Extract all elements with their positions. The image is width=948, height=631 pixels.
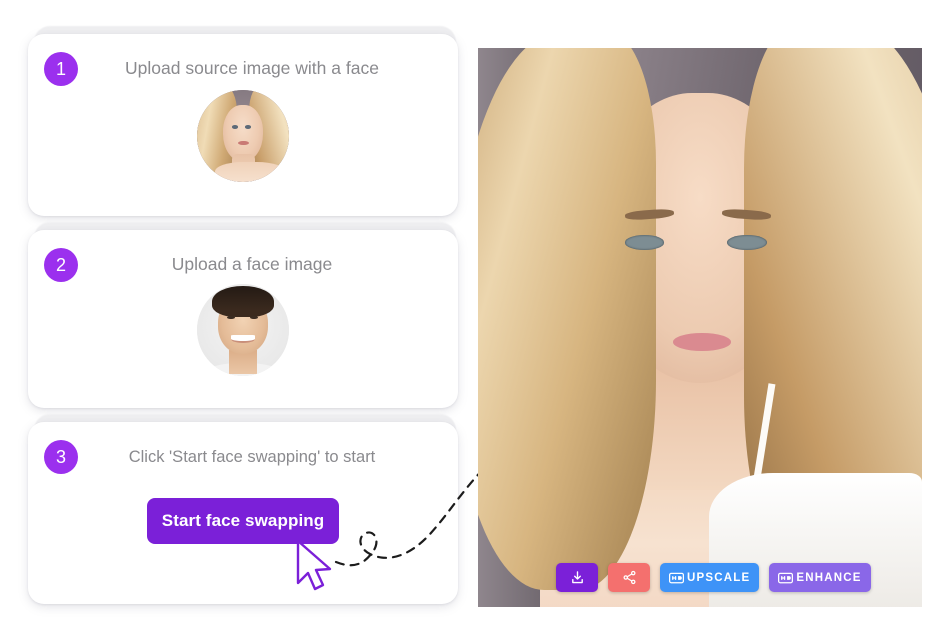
step-title-3: Click 'Start face swapping' to start [128,448,376,466]
step-card-1[interactable]: 1 Upload source image with a face [28,34,458,216]
step-card-1-wrapper: 1 Upload source image with a face [28,26,468,216]
steps-column: 1 Upload source image with a face 2 Uplo… [28,26,468,618]
male-portrait-illustration [197,284,289,376]
face-image-thumbnail[interactable] [197,284,289,376]
female-portrait-illustration [197,90,289,182]
enhance-button[interactable]: ENHANCE [769,563,871,592]
step-card-3-wrapper: 3 Click 'Start face swapping' to start S… [28,414,468,604]
step-card-3[interactable]: 3 Click 'Start face swapping' to start S… [28,422,458,604]
hd-icon [778,572,794,584]
download-icon [570,570,585,585]
result-image-panel[interactable] [478,48,922,607]
upscale-label: UPSCALE [687,571,751,584]
step-card-2-wrapper: 2 Upload a face image [28,222,468,408]
mouse-pointer-cursor [296,539,332,591]
source-image-thumbnail[interactable] [197,90,289,182]
download-button[interactable] [556,563,598,592]
face-swap-screen: 1 Upload source image with a face 2 Uplo… [0,0,948,631]
result-action-toolbar: UPSCALE ENHANCE [556,563,871,592]
step-card-2[interactable]: 2 Upload a face image [28,230,458,408]
step-title-1: Upload source image with a face [125,58,379,78]
hd-icon [669,572,684,584]
share-button[interactable] [608,563,650,592]
upscale-button[interactable]: UPSCALE [660,563,760,592]
enhance-label: ENHANCE [796,571,862,584]
step-title-2: Upload a face image [171,254,333,274]
share-icon [622,570,637,585]
